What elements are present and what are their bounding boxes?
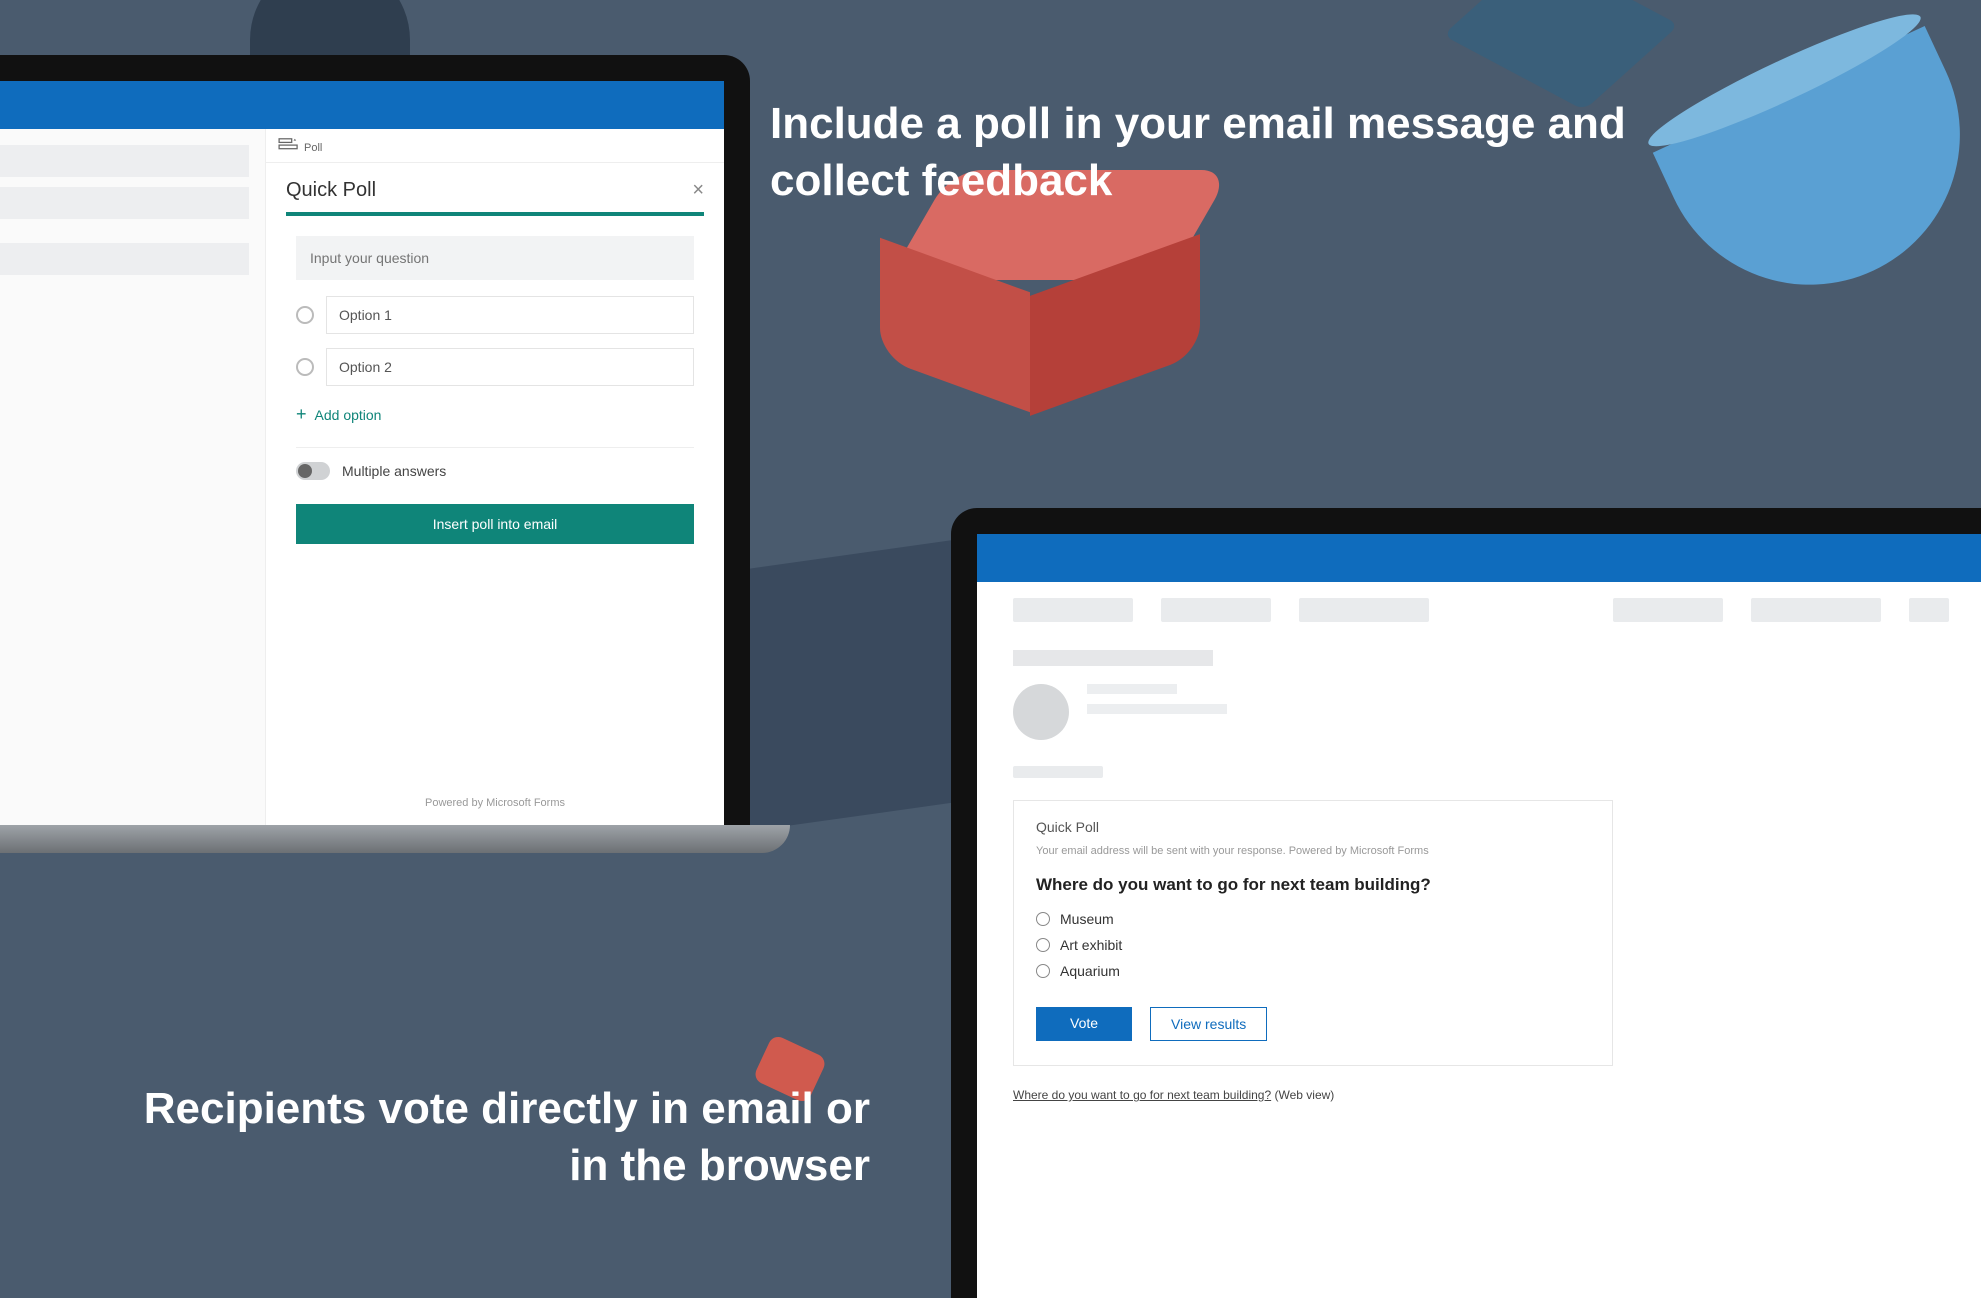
poll-option-label: Art exhibit — [1060, 937, 1122, 953]
body-line-placeholder — [1013, 766, 1103, 778]
option-row — [296, 296, 694, 334]
laptop-recipient: Quick Poll Your email address will be se… — [951, 508, 1981, 1298]
outlook-titlebar — [0, 81, 724, 129]
add-option-label: Add option — [315, 407, 382, 423]
avatar — [1013, 684, 1069, 740]
header-lines-placeholder — [1087, 684, 1949, 724]
radio-icon — [1036, 912, 1050, 926]
poll-disclaimer: Your email address will be sent with you… — [1036, 845, 1590, 857]
poll-card: Quick Poll Your email address will be se… — [1013, 800, 1613, 1066]
radio-icon — [1036, 938, 1050, 952]
poll-icon-label: Poll — [304, 142, 322, 154]
multiple-answers-label: Multiple answers — [342, 463, 446, 479]
poll-option-label: Museum — [1060, 911, 1114, 927]
poll-icon[interactable] — [278, 137, 300, 158]
option-row — [296, 348, 694, 386]
powered-by-text: Powered by Microsoft Forms — [266, 767, 724, 825]
insert-poll-button[interactable]: Insert poll into email — [296, 504, 694, 544]
web-view-link[interactable]: Where do you want to go for next team bu… — [1013, 1088, 1271, 1102]
poll-card-title: Quick Poll — [1036, 819, 1590, 835]
toolbar-placeholder — [977, 582, 1981, 638]
poll-option[interactable]: Art exhibit — [1036, 937, 1590, 953]
radio-icon — [296, 358, 314, 376]
bg-shape-prism — [1443, 0, 1679, 110]
bg-shape-half-circle — [1653, 26, 1981, 334]
plus-icon: + — [296, 404, 307, 425]
view-results-button[interactable]: View results — [1150, 1007, 1267, 1041]
poll-option-label: Aquarium — [1060, 963, 1120, 979]
vote-button[interactable]: Vote — [1036, 1007, 1132, 1041]
compose-left-placeholder — [0, 129, 266, 825]
question-input[interactable] — [296, 236, 694, 280]
divider — [296, 447, 694, 448]
outlook-titlebar — [977, 534, 1981, 582]
poll-option[interactable]: Aquarium — [1036, 963, 1590, 979]
radio-icon — [1036, 964, 1050, 978]
option-input-1[interactable] — [326, 296, 694, 334]
radio-icon — [296, 306, 314, 324]
laptop-compose: Poll Quick Poll × + Add op — [0, 55, 750, 825]
headline-primary: Include a poll in your email message and… — [770, 95, 1670, 209]
poll-option[interactable]: Museum — [1036, 911, 1590, 927]
laptop-base — [0, 825, 790, 853]
quick-poll-panel: Poll Quick Poll × + Add op — [266, 129, 724, 825]
web-view-link-line: Where do you want to go for next team bu… — [1013, 1088, 1949, 1102]
close-icon[interactable]: × — [692, 179, 704, 202]
poll-question: Where do you want to go for next team bu… — [1036, 875, 1590, 895]
panel-title: Quick Poll — [286, 179, 376, 202]
panel-accent-line — [286, 212, 704, 216]
headline-secondary: Recipients vote directly in email or in … — [110, 1080, 870, 1194]
option-input-2[interactable] — [326, 348, 694, 386]
multiple-answers-toggle[interactable] — [296, 462, 330, 480]
web-view-suffix: (Web view) — [1271, 1088, 1334, 1102]
add-option-button[interactable]: + Add option — [296, 404, 694, 425]
subject-placeholder — [1013, 650, 1213, 666]
